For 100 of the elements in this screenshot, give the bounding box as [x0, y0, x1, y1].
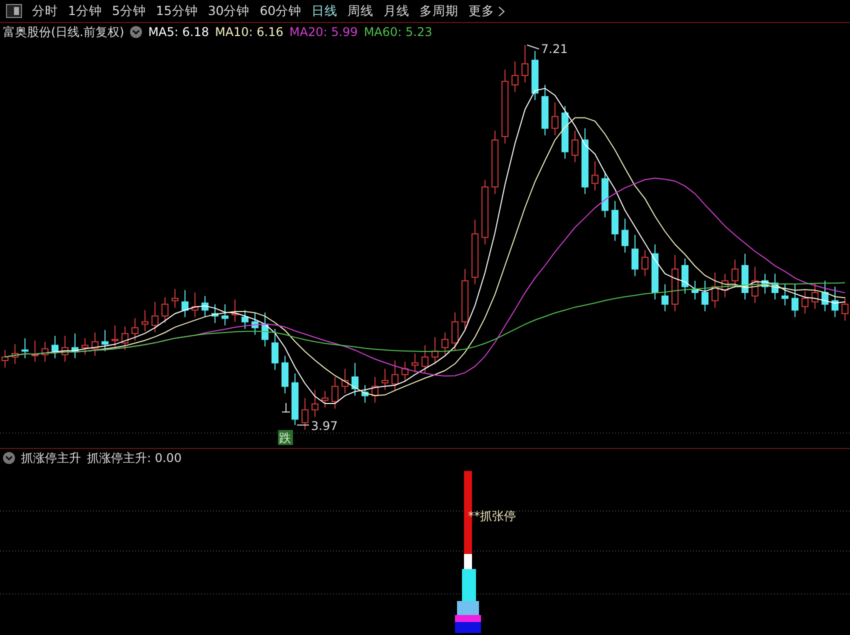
panel-toggle-icon[interactable]	[6, 4, 22, 18]
candlestick	[102, 330, 108, 352]
candlestick	[142, 310, 148, 332]
candlestick	[192, 292, 198, 318]
period-tab[interactable]: 60分钟	[256, 2, 306, 20]
candlestick	[822, 280, 828, 312]
high-price-label: 7.21	[541, 42, 568, 56]
candlestick	[772, 273, 778, 300]
candlestick	[292, 372, 298, 426]
candlestick	[372, 376, 378, 404]
candlestick	[52, 335, 58, 359]
period-tab[interactable]: 多周期	[416, 2, 463, 20]
candlestick	[322, 390, 328, 408]
candlestick	[112, 324, 118, 348]
candlestick	[92, 332, 98, 356]
candlestick	[452, 312, 458, 350]
candlestick	[602, 171, 608, 218]
low-price-label: 3.97	[311, 419, 338, 434]
candlestick	[442, 332, 448, 356]
period-tab[interactable]: 日线	[308, 2, 342, 20]
candlestick	[652, 244, 658, 300]
candlestick	[182, 290, 188, 318]
candlestick	[682, 258, 688, 294]
candlestick	[232, 299, 238, 322]
candlestick	[362, 384, 368, 404]
candlestick	[432, 336, 438, 365]
candlestick	[752, 266, 758, 304]
leader-line	[526, 44, 540, 50]
candlestick	[482, 179, 488, 245]
candlestick	[792, 284, 798, 318]
candlestick	[512, 60, 518, 92]
moving-average-value: MA20: 5.99	[289, 25, 358, 39]
candlestick	[672, 254, 678, 312]
chevron-right-icon	[498, 6, 505, 16]
candlestick	[782, 284, 788, 306]
dropdown-icon[interactable]	[130, 26, 142, 38]
indicator-value: 抓涨停主升: 0.00	[87, 450, 182, 466]
candlestick	[592, 160, 598, 191]
candlestick	[702, 280, 708, 312]
moving-average-value: MA5: 6.18	[148, 25, 209, 39]
candlestick	[812, 282, 818, 310]
candlestick	[612, 200, 618, 242]
candlestick	[552, 102, 558, 136]
period-tab[interactable]: 周线	[344, 2, 378, 20]
candlestick	[252, 312, 258, 336]
candlestick	[642, 250, 648, 277]
candlestick	[32, 340, 38, 362]
period-tab[interactable]: 更多	[464, 2, 509, 20]
candlestick	[562, 106, 568, 160]
candlestick	[492, 130, 498, 194]
candlestick	[212, 304, 218, 324]
candlestick	[722, 273, 728, 298]
candlestick	[572, 130, 578, 163]
candlestick	[12, 344, 18, 365]
period-tab[interactable]: 15分钟	[152, 2, 202, 20]
marker-icon	[282, 402, 290, 413]
candlestick	[402, 361, 408, 382]
candlestick	[732, 259, 738, 288]
chart-title: 富奥股份(日线.前复权)	[3, 24, 124, 40]
candlestick	[832, 286, 838, 318]
candlestick	[72, 333, 78, 359]
candlestick	[42, 341, 48, 362]
candlestick	[422, 344, 428, 374]
candlestick	[242, 310, 248, 330]
dropdown-icon[interactable]	[3, 452, 15, 464]
candlestick	[542, 84, 548, 136]
candlestick	[692, 280, 698, 300]
candlestick	[82, 338, 88, 356]
candlestick	[302, 398, 308, 430]
candlestick	[662, 284, 668, 312]
period-tab[interactable]: 5分钟	[108, 2, 150, 20]
candlestick	[472, 219, 478, 285]
period-tab[interactable]: 30分钟	[204, 2, 254, 20]
period-tab[interactable]: 分时	[28, 2, 62, 20]
candlestick	[122, 326, 128, 350]
candlestick	[802, 290, 808, 314]
candlestick	[332, 376, 338, 410]
candlestick	[712, 272, 718, 308]
candlestick	[172, 288, 178, 308]
candlestick	[162, 296, 168, 324]
moving-average-value: MA10: 6.16	[214, 25, 284, 39]
candlestick	[22, 338, 28, 359]
candlestick	[412, 353, 418, 373]
candlestick	[282, 355, 288, 394]
candlestick	[532, 50, 538, 101]
candlestick	[272, 328, 278, 370]
candlestick	[522, 44, 528, 84]
candlestick	[152, 301, 158, 333]
candlestick	[632, 234, 638, 277]
candlestick	[132, 318, 138, 342]
leader-line	[296, 424, 310, 426]
indicator-title: 抓涨停主升	[21, 450, 81, 466]
candlestick	[222, 304, 228, 326]
candlestick	[762, 273, 768, 294]
candlestick	[742, 253, 748, 300]
period-tab[interactable]: 月线	[380, 2, 414, 20]
candlestick	[352, 362, 358, 396]
candlestick	[62, 335, 68, 362]
period-tab[interactable]: 1分钟	[64, 2, 106, 20]
candlestick	[202, 296, 208, 318]
